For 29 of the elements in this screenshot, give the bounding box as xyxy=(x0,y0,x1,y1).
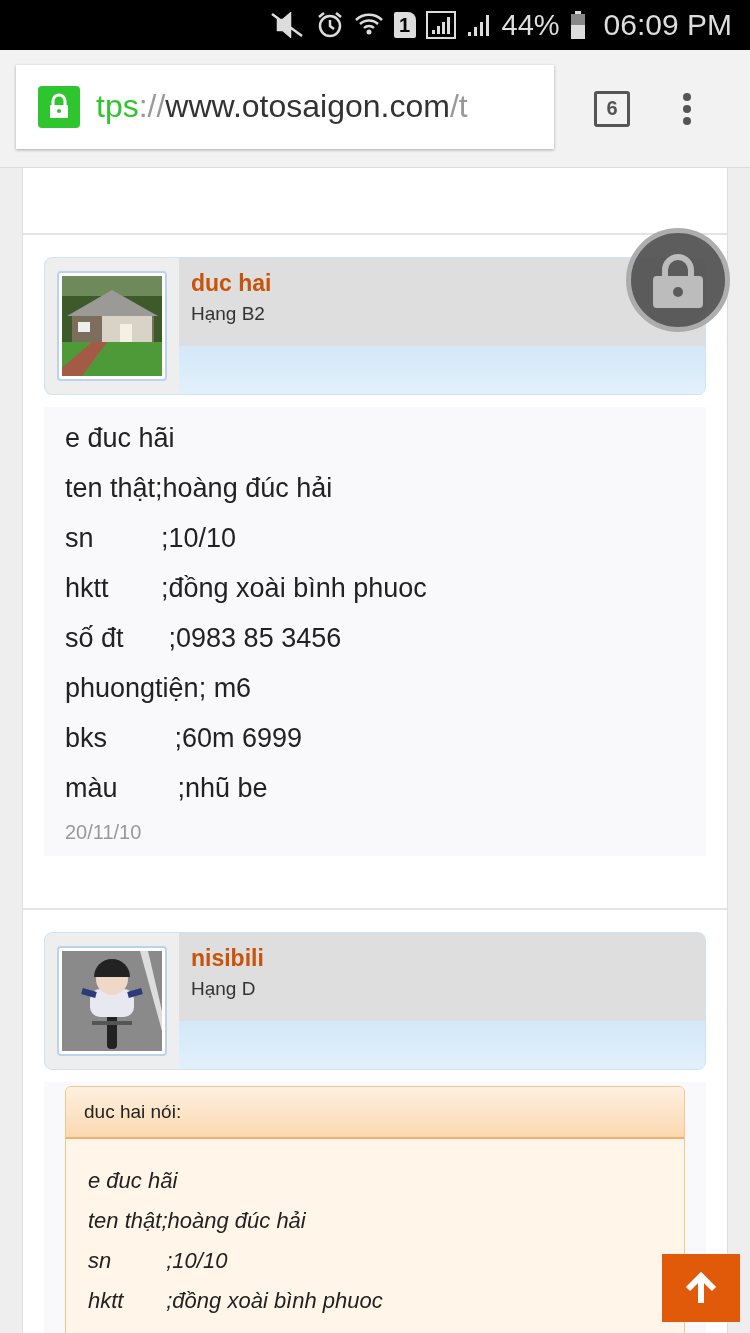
signal-icon xyxy=(425,11,456,39)
battery-percent: 44% xyxy=(501,8,560,42)
message-line: màu ;nhũ be xyxy=(65,772,268,805)
user-rank: Hạng B2 xyxy=(191,303,265,325)
clock-time: 06:09 PM xyxy=(603,8,732,42)
message-line: e đuc hãi xyxy=(65,422,175,455)
message-line: ten thật;hoàng đúc hải xyxy=(65,472,333,505)
quote-line: e đuc hãi xyxy=(88,1167,178,1195)
signal-icon xyxy=(465,12,492,38)
tab-count-button[interactable]: 6 xyxy=(594,90,630,127)
url-text: tps://www.otosaigon.com/t xyxy=(96,88,468,125)
scroll-to-top-button[interactable] xyxy=(662,1254,740,1322)
battery-icon xyxy=(569,11,586,39)
quote-line: hktt ;đồng xoài bình phuoc xyxy=(88,1287,383,1315)
address-bar[interactable]: tps://www.otosaigon.com/t xyxy=(16,64,554,149)
lock-icon xyxy=(651,252,705,308)
quote-header: duc hai nói: xyxy=(66,1087,684,1139)
menu-icon[interactable] xyxy=(682,91,692,126)
message-line: sn ;10/10 xyxy=(65,522,237,555)
user-rank: Hạng D xyxy=(191,978,256,1000)
quote-line: ten thật;hoàng đúc hải xyxy=(88,1207,306,1235)
arrow-up-icon xyxy=(684,1271,718,1305)
quote-line: sn ;10/10 xyxy=(88,1247,228,1275)
message-line: số đt ;0983 85 3456 xyxy=(65,622,342,655)
message-line: phuongtiện; m6 xyxy=(65,672,252,705)
sim-card-icon: 1 xyxy=(393,12,416,38)
post-date: 20/11/10 xyxy=(65,821,142,844)
message-line: hktt ;đồng xoài bình phuoc xyxy=(65,572,427,605)
message-line: bks ;60m 6999 xyxy=(65,722,303,755)
